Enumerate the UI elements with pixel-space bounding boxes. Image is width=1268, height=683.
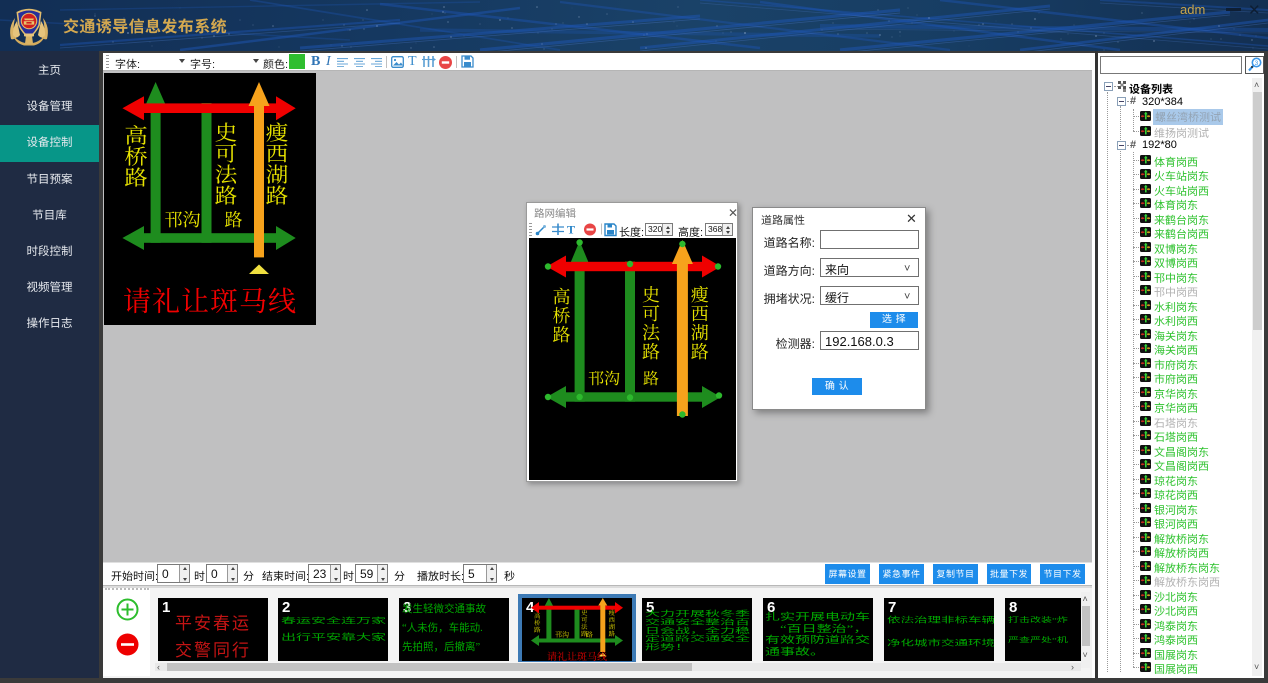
svg-text:邗沟: 邗沟 — [555, 630, 569, 640]
svg-text:路: 路 — [586, 630, 593, 640]
svg-text:路: 路 — [534, 625, 541, 634]
svg-text:3: 3 — [1255, 60, 1259, 67]
svg-text:T: T — [567, 223, 575, 237]
svg-text:路: 路 — [609, 629, 616, 638]
